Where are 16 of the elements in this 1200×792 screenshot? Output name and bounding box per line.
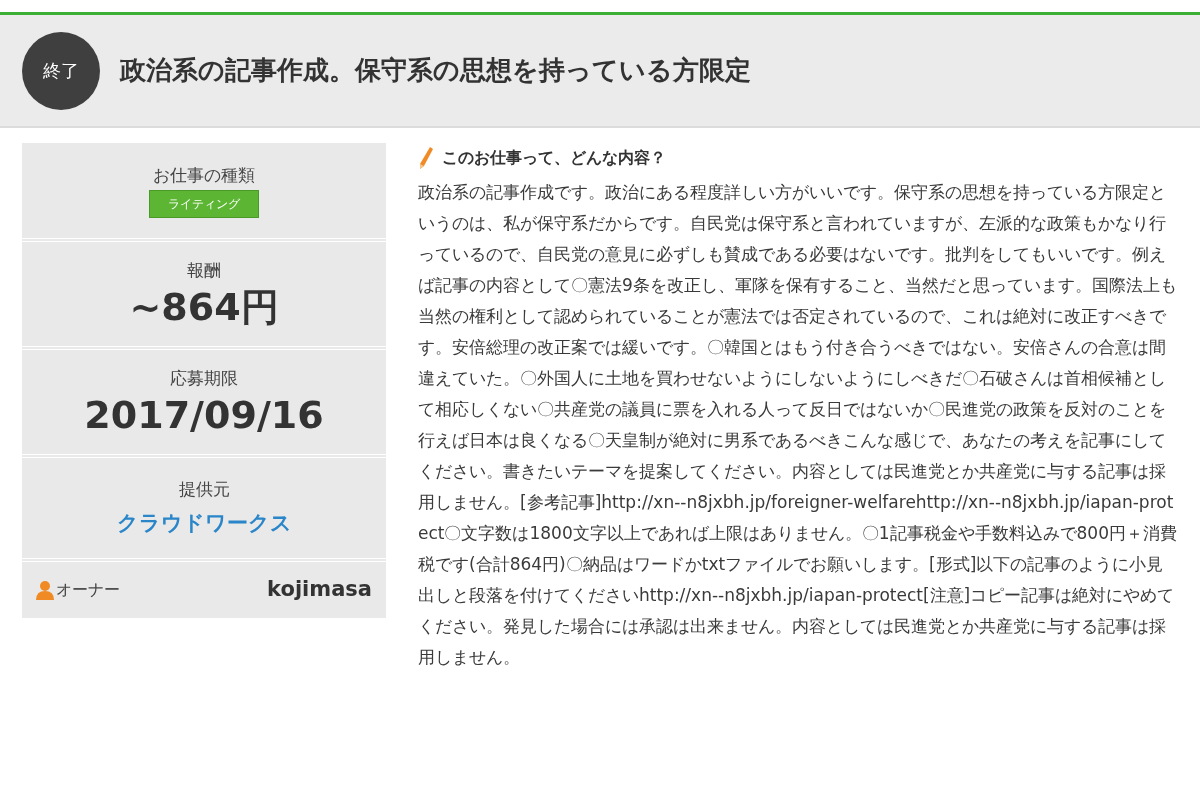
owner-name: kojimasa bbox=[267, 576, 372, 604]
job-description: 政治系の記事作成です。政治にある程度詳しい方がいいです。保守系の思想を持っている方限定というのは、私が保守系だからです。自民党は保守系と言われていますが、左派的な政策もかなり行っているので、自民党の意見に必ずしも賛成である必要はないです。批判をしてもいいです。例えば記事の内容として〇憲法9条を改正し、軍隊を保有すること、当然だと思っています。国際法上も当然の権利として認められていることが憲法では否定されているので、これは絶対に改正すべきです。安倍総理の改正案では緩いです。〇韓国とはもう付き合うべきではない。安倍さんの合意は間違えていた。〇外国人に土地を買わせないようにしないようにしべきだ〇石破さんは首相候補として相応しくない〇共産党の議員に票を入れる人って反日ではないか〇民進党の政策を反対のことを行えば日本は良くなる〇天皇制が絶対に男系であるべきこんな感じで、あなたの考えを記事にしてください。書きたいテーマを提案してください。内容としては民進党とか共産党に与する記事は採用しません。[参考記事]http://xn--n8jxbh.jp/foreigner-welfarehttp://xn--n8jxbh.jp/iapan-protect〇文字数は1800文字以上であれば上限はありません。〇1記事税金や手数料込みで800円＋消費税です(合計864円)〇納品はワードかtxtファイルでお願いします。[形式]以下の記事のように小見出しと段落を付けてくださいhttp://xn--n8jxbh.jp/iapan-protect[注意]コピー記事は絶対にやめてください。発見した場合には承認は出来ません。内容としては民進党とか共産党に与する記事は採用しません。 bbox=[418, 181, 1178, 669]
pencil-icon bbox=[418, 146, 434, 170]
field-value: 2017/09/16 bbox=[84, 391, 324, 438]
field-label: 報酬 bbox=[187, 259, 221, 283]
category-tag: ライティング bbox=[149, 190, 259, 219]
field-label: オーナー bbox=[56, 579, 120, 601]
provider-link[interactable]: クラウドワークス bbox=[116, 508, 292, 540]
user-icon bbox=[36, 580, 54, 600]
field-label: お仕事の種類 bbox=[153, 163, 255, 187]
field-value: ~864円 bbox=[129, 283, 279, 330]
status-badge: 終了 bbox=[22, 31, 100, 110]
field-label: 応募期限 bbox=[170, 367, 238, 391]
field-label: 提供元 bbox=[178, 477, 230, 501]
page-title: 政治系の記事作成。保守系の思想を持っている方限定 bbox=[120, 54, 751, 87]
section-heading: このお仕事って、どんな内容？ bbox=[442, 147, 666, 169]
